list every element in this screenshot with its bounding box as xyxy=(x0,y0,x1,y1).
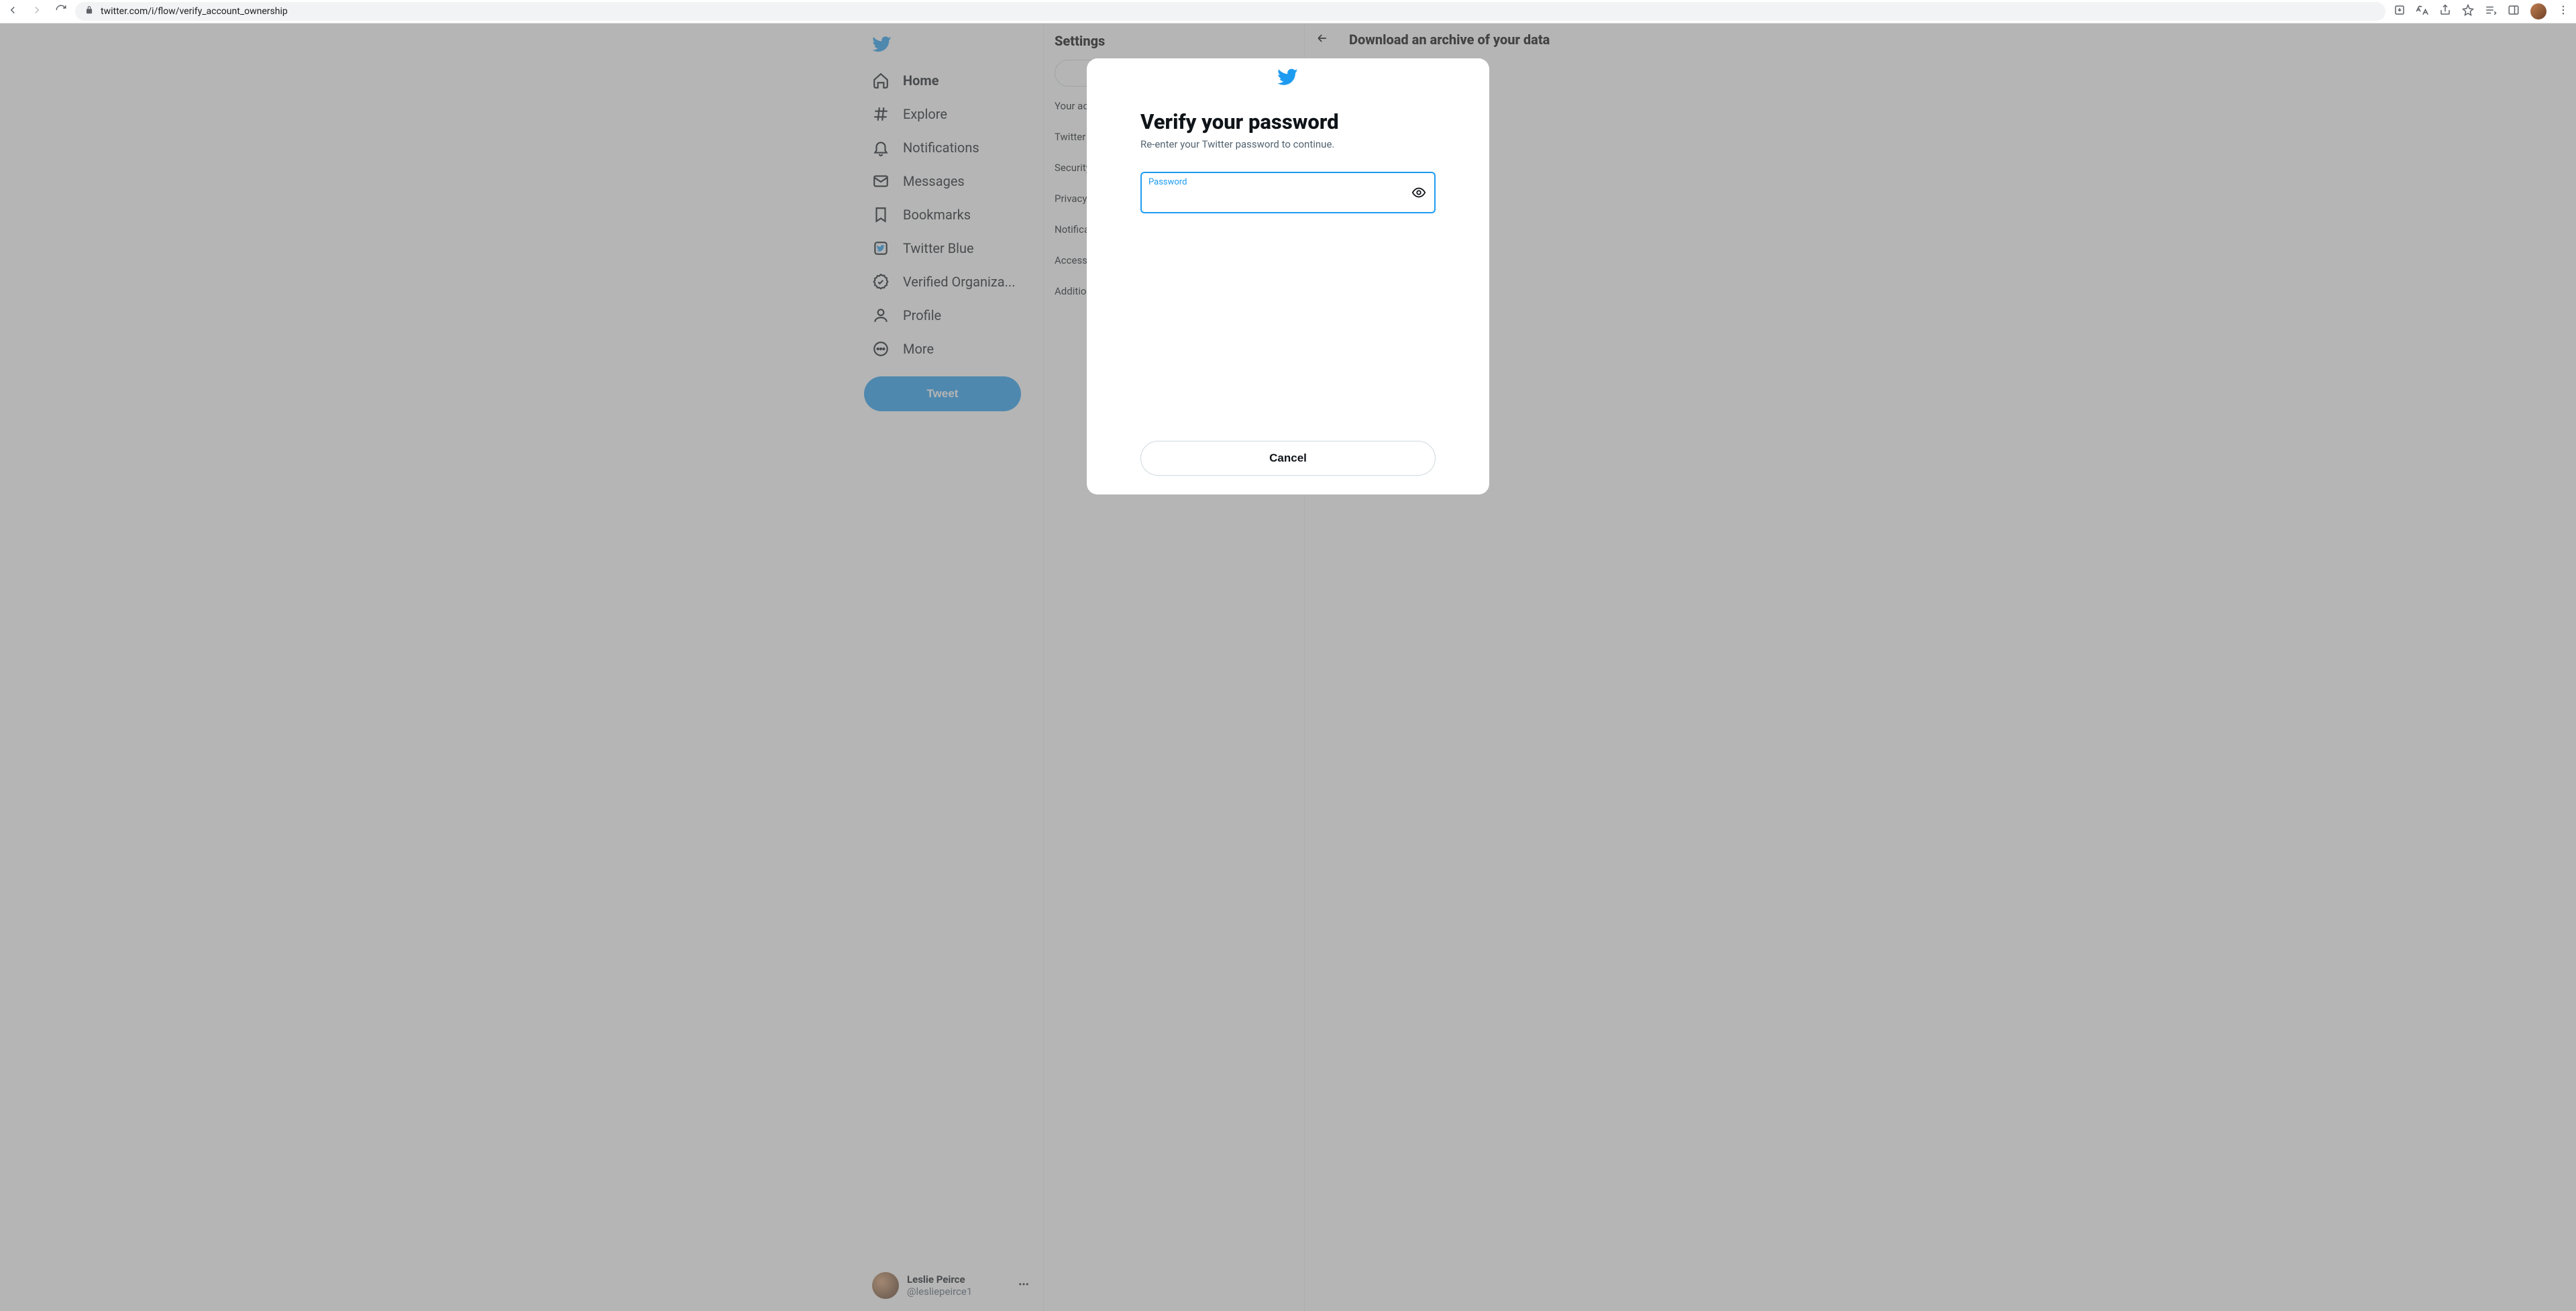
kebab-menu-icon[interactable] xyxy=(2557,4,2569,19)
browser-nav-buttons xyxy=(7,4,67,19)
reveal-password-icon[interactable] xyxy=(1411,185,1426,200)
translate-icon[interactable] xyxy=(2416,4,2428,19)
star-icon[interactable] xyxy=(2462,4,2474,19)
twitter-logo-icon xyxy=(1277,66,1299,91)
modal-title: Verify your password xyxy=(1140,109,1436,134)
sidepanel-icon[interactable] xyxy=(2508,4,2520,19)
twitter-app: Home Explore Notifications Messages Book… xyxy=(0,23,2576,1311)
reload-icon[interactable] xyxy=(55,4,67,19)
playlist-icon[interactable] xyxy=(2485,4,2497,19)
profile-avatar-icon[interactable] xyxy=(2530,3,2546,19)
address-bar[interactable]: twitter.com/i/flow/verify_account_owners… xyxy=(75,2,2385,21)
verify-password-modal: Verify your password Re-enter your Twitt… xyxy=(1087,58,1489,494)
password-input[interactable] xyxy=(1150,173,1411,212)
browser-toolbar: twitter.com/i/flow/verify_account_owners… xyxy=(0,0,2576,23)
browser-action-icons xyxy=(2394,3,2569,19)
install-icon[interactable] xyxy=(2394,4,2406,19)
password-label: Password xyxy=(1148,177,1187,187)
lock-icon xyxy=(85,5,94,17)
cancel-button[interactable]: Cancel xyxy=(1140,441,1436,476)
password-field[interactable]: Password xyxy=(1140,172,1436,213)
forward-icon[interactable] xyxy=(31,4,43,19)
modal-backdrop: Verify your password Re-enter your Twitt… xyxy=(0,23,2576,1311)
back-icon[interactable] xyxy=(7,4,19,19)
share-icon[interactable] xyxy=(2439,4,2451,19)
address-url: twitter.com/i/flow/verify_account_owners… xyxy=(101,6,288,17)
modal-subtitle: Re-enter your Twitter password to contin… xyxy=(1140,138,1436,150)
